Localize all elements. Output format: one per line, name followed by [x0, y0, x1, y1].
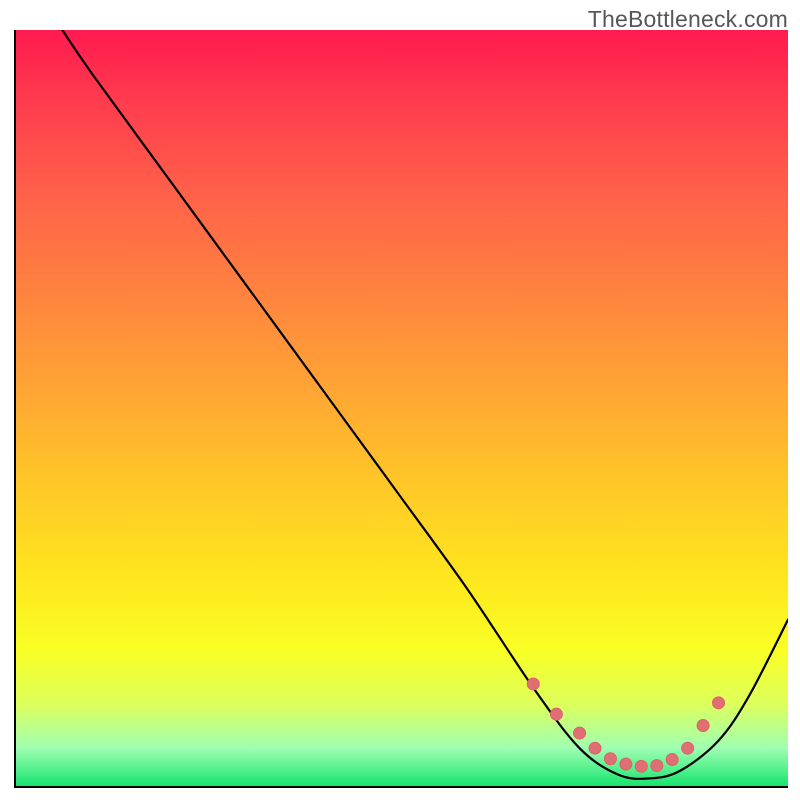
- optimal-dot: [620, 758, 632, 770]
- optimal-range-dots: [527, 678, 724, 772]
- optimal-dot: [651, 760, 663, 772]
- watermark-text: TheBottleneck.com: [588, 6, 788, 33]
- optimal-dot: [682, 742, 694, 754]
- optimal-dot: [635, 760, 647, 772]
- optimal-dot: [589, 742, 601, 754]
- plot-area: [14, 30, 788, 788]
- bottleneck-curve: [62, 30, 788, 779]
- chart-frame: TheBottleneck.com: [0, 0, 800, 800]
- optimal-dot: [666, 754, 678, 766]
- optimal-dot: [713, 697, 725, 709]
- optimal-dot: [527, 678, 539, 690]
- optimal-dot: [550, 708, 562, 720]
- optimal-dot: [697, 720, 709, 732]
- optimal-dot: [604, 753, 616, 765]
- chart-svg: [16, 30, 788, 786]
- optimal-dot: [574, 727, 586, 739]
